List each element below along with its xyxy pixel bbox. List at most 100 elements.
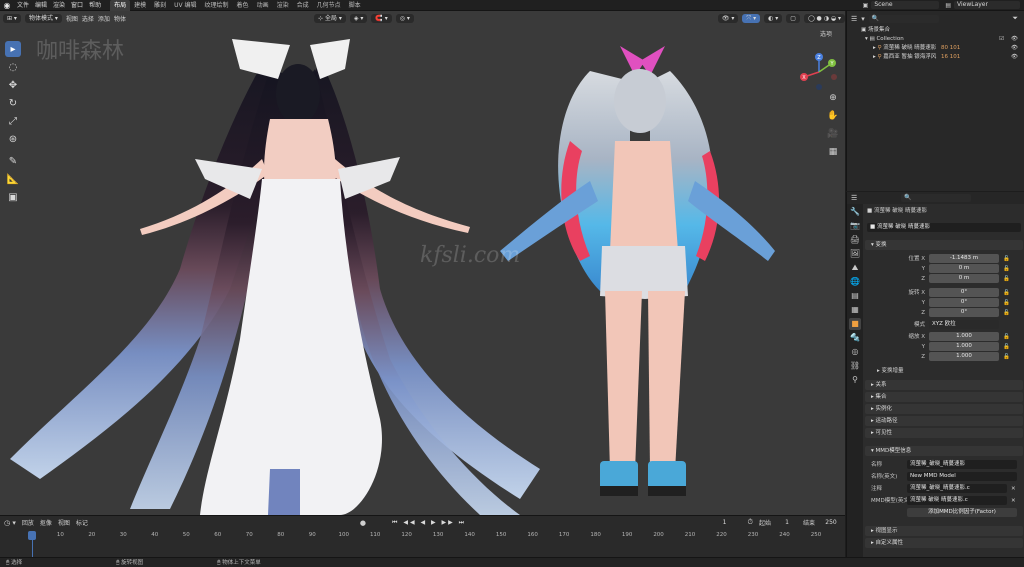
mmd-name-en-input[interactable]: New MMD Model (907, 472, 1017, 481)
pivot-point-button[interactable]: ◈ ▾ (349, 14, 368, 23)
xray-button[interactable]: ▢ (786, 14, 800, 23)
options-button[interactable]: 选项 (820, 29, 832, 38)
blender-logo-icon[interactable]: ◉ (0, 0, 14, 11)
collections-section[interactable]: ▸ 集合 (865, 392, 1023, 402)
menu-window[interactable]: 窗口 (68, 0, 86, 11)
navigation-gizmo[interactable]: Z X Y (796, 49, 842, 95)
pan-hand-icon[interactable]: ✋ (826, 109, 840, 123)
scale-x-lock-icon[interactable]: 🔓 (1003, 332, 1010, 342)
texture-tab-icon[interactable]: ▦ (849, 304, 861, 316)
instancing-section[interactable]: ▸ 实例化 (865, 404, 1023, 414)
viewlayer-selector[interactable]: ViewLayer (954, 1, 1020, 9)
output-tab-icon[interactable]: 🖨 (849, 234, 861, 246)
mmd-info-section-header[interactable]: ▾ MMD模型信息 (865, 446, 1023, 456)
outliner-item[interactable]: ▸ ⚲ 流萤稀 破晓 晴蔓速影 80 101 👁 (847, 44, 1024, 53)
workspace-tab-shading[interactable]: 着色 (233, 0, 253, 11)
snap-button[interactable]: 🧲 ▾ (371, 14, 392, 23)
menu-render[interactable]: 渲染 (50, 0, 68, 11)
menu-help[interactable]: 帮助 (86, 0, 104, 11)
workspace-tab-sculpting[interactable]: 雕刻 (150, 0, 170, 11)
camera-icon[interactable]: 🎥 (826, 127, 840, 141)
scale-y-lock-icon[interactable]: 🔓 (1003, 342, 1010, 352)
modifier-tab-icon[interactable]: 🔩 (849, 332, 861, 344)
scene-tab-icon[interactable]: ⛰ (849, 262, 861, 274)
delta-transform-row[interactable]: ▸ 变换增量 (863, 366, 1024, 376)
mmd-comment-clear-icon[interactable]: ✕ (1011, 484, 1016, 494)
constraint-tab-icon[interactable]: ⛓ (849, 360, 861, 372)
collection-eye-icon[interactable]: 👁 (1011, 35, 1018, 44)
viewlayer-icon[interactable]: ▤ (945, 2, 951, 9)
relations-section[interactable]: ▸ 关系 (865, 380, 1023, 390)
workspace-tab-rendering[interactable]: 渲染 (273, 0, 293, 11)
workspace-tab-modeling[interactable]: 建模 (130, 0, 150, 11)
workspace-tab-uv[interactable]: UV 编辑 (170, 0, 200, 11)
scene-selector[interactable]: Scene (871, 1, 940, 9)
timeline-ruler[interactable]: 1102030405060708090100110120130140150160… (0, 516, 845, 558)
world-tab-icon[interactable]: 🌐 (849, 276, 861, 288)
rotation-z-field[interactable]: 0° (929, 308, 999, 317)
custom-properties-section[interactable]: ▸ 自定义属性 (865, 538, 1023, 548)
outliner-search-input[interactable]: 🔍 (868, 14, 939, 23)
collection-tab-icon[interactable]: ▤ (849, 290, 861, 302)
mode-selector[interactable]: 物体模式 ▾ (24, 14, 62, 23)
tool-tab-icon[interactable]: 🔧 (849, 206, 861, 218)
location-x-lock-icon[interactable]: 🔓 (1003, 254, 1010, 264)
item-eye-icon[interactable]: 👁 (1011, 53, 1018, 62)
expand-icon[interactable]: ▸ (873, 54, 876, 60)
character-model-right[interactable] (470, 41, 790, 515)
rotation-x-lock-icon[interactable]: 🔓 (1003, 288, 1010, 298)
mmd-comment-input[interactable]: 流萤稀_破晓_晴蔓速影.c (907, 484, 1007, 493)
outliner-item[interactable]: ▸ ⚲ 嘉西亚 暂抽 银海浮风 16 101 👁 (847, 53, 1024, 62)
scale-x-field[interactable]: 1.000 (929, 332, 999, 341)
mmd-name-input[interactable]: 流萤稀_破晓_晴蔓速影 (907, 460, 1017, 469)
physics-tab-icon[interactable]: ◎ (849, 346, 861, 358)
properties-editor-icon[interactable]: ☰ (851, 194, 857, 202)
object-name-input[interactable]: ■ 流萤稀 破晓 晴蔓速影 (867, 223, 1021, 232)
shading-modes[interactable]: ◯ ● ◑ ◒ ▾ (803, 14, 845, 23)
viewport-menu-view[interactable]: 视图 (66, 14, 78, 23)
viewport-display-section[interactable]: ▸ 视图显示 (865, 526, 1023, 536)
mmd-comment-en-clear-icon[interactable]: ✕ (1011, 496, 1016, 506)
collection-expand-icon[interactable]: ▾ (865, 36, 868, 42)
timeline-playhead[interactable] (28, 531, 36, 540)
scale-z-field[interactable]: 1.000 (929, 352, 999, 361)
3d-viewport[interactable]: ⊞ ▾ 物体模式 ▾ 视图 选择 添加 物体 ⊹ 全局 ▾ ◈ ▾ 🧲 ▾ ◎ … (0, 11, 845, 515)
menu-edit[interactable]: 编辑 (32, 0, 50, 11)
location-y-field[interactable]: 0 m (929, 264, 999, 273)
transform-orientation-selector[interactable]: ⊹ 全局 ▾ (313, 14, 346, 23)
workspace-tab-compositing[interactable]: 合成 (293, 0, 313, 11)
visibility-section[interactable]: ▸ 可见性 (865, 428, 1023, 438)
workspace-tab-scripting[interactable]: 脚本 (345, 0, 365, 11)
visibility-button[interactable]: 👁 ▾ (717, 14, 739, 23)
rotation-x-field[interactable]: 0° (929, 288, 999, 297)
viewport-menu-add[interactable]: 添加 (98, 14, 110, 23)
scene-icon[interactable]: ▣ (863, 2, 869, 9)
location-y-lock-icon[interactable]: 🔓 (1003, 264, 1010, 274)
rotation-y-lock-icon[interactable]: 🔓 (1003, 298, 1010, 308)
outliner-editor-icon[interactable]: ☰ (851, 15, 857, 23)
overlay-button[interactable]: ◐ ▾ (764, 14, 783, 23)
object-tab-icon[interactable]: ■ (849, 318, 861, 330)
rotation-z-lock-icon[interactable]: 🔓 (1003, 308, 1010, 318)
scale-y-field[interactable]: 1.000 (929, 342, 999, 351)
scale-z-lock-icon[interactable]: 🔓 (1003, 352, 1010, 362)
outliner-collection[interactable]: ▾ ▤ Collection ☑ 👁 (847, 35, 1024, 44)
motion-paths-section[interactable]: ▸ 运动路径 (865, 416, 1023, 426)
mmd-comment-en-input[interactable]: 流萤稀 破晓 晴蔓速影.c (907, 496, 1007, 505)
data-tab-icon[interactable]: ⚲ (849, 374, 861, 386)
transform-section-header[interactable]: ▾ 变换 (865, 240, 1023, 250)
zoom-icon[interactable]: ⊕ (826, 91, 840, 105)
outliner-scene-collection[interactable]: ▣ 场景集合 (847, 26, 1024, 35)
proportional-edit-button[interactable]: ◎ ▾ (395, 14, 414, 23)
workspace-tab-layout[interactable]: 布局 (110, 0, 131, 11)
location-z-field[interactable]: 0 m (929, 274, 999, 283)
render-tab-icon[interactable]: 📷 (849, 220, 861, 232)
editor-type-button[interactable]: ⊞ ▾ (3, 14, 21, 23)
grid-icon[interactable]: ▦ (826, 145, 840, 159)
workspace-tab-animation[interactable]: 动画 (253, 0, 273, 11)
outliner-funnel-icon[interactable]: ⏷ (1012, 14, 1018, 23)
menu-file[interactable]: 文件 (14, 0, 32, 11)
view-layer-tab-icon[interactable]: 🖼 (849, 248, 861, 260)
properties-search-input[interactable]: 🔍 (901, 194, 972, 202)
location-x-field[interactable]: -1.1483 m (929, 254, 999, 263)
